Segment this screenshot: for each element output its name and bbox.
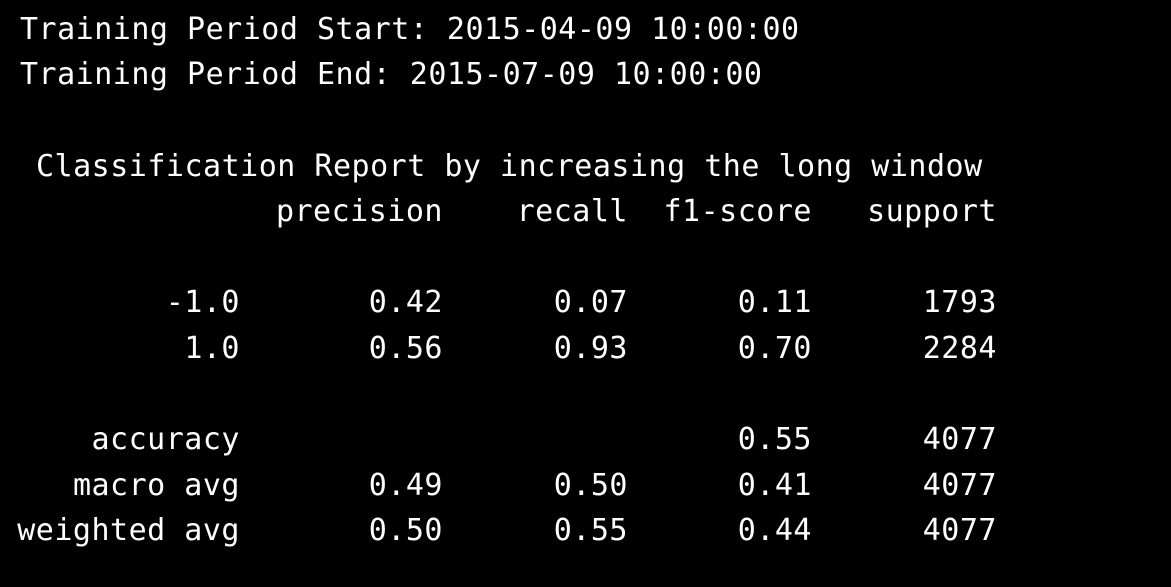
header-f1-score: f1-score — [663, 194, 812, 229]
row-f1-score: 0.70 — [737, 331, 812, 366]
row-precision: 0.56 — [368, 331, 443, 366]
row-precision: 0.42 — [368, 285, 443, 320]
row-support: 4077 — [922, 468, 997, 503]
row-recall: 0.93 — [553, 331, 628, 366]
row-precision: 0.49 — [368, 468, 443, 503]
row-support: 4077 — [922, 422, 997, 457]
training-start-line: Training Period Start: 2015-04-09 10:00:… — [20, 12, 800, 47]
report-title: Classification Report by increasing the … — [36, 149, 983, 184]
row-label: weighted avg — [17, 513, 240, 548]
row-support: 2284 — [922, 331, 997, 366]
row-label: -1.0 — [165, 285, 240, 320]
row-f1-score: 0.11 — [737, 285, 812, 320]
row-label: 1.0 — [184, 331, 240, 366]
row-f1-score: 0.44 — [737, 513, 812, 548]
row-recall: 0.55 — [553, 513, 628, 548]
row-recall: 0.50 — [553, 468, 628, 503]
row-recall: 0.07 — [553, 285, 628, 320]
row-label: macro avg — [72, 468, 240, 503]
header-support: support — [867, 194, 997, 229]
row-support: 1793 — [922, 285, 997, 320]
header-precision: precision — [275, 194, 443, 229]
row-label: accuracy — [91, 422, 240, 457]
row-precision: 0.50 — [368, 513, 443, 548]
console-output: Training Period Start: 2015-04-09 10:00:… — [0, 0, 1171, 587]
header-recall: recall — [516, 194, 628, 229]
row-support: 4077 — [922, 513, 997, 548]
row-f1-score: 0.55 — [737, 422, 812, 457]
row-f1-score: 0.41 — [737, 468, 812, 503]
training-end-line: Training Period End: 2015-07-09 10:00:00 — [20, 57, 763, 92]
